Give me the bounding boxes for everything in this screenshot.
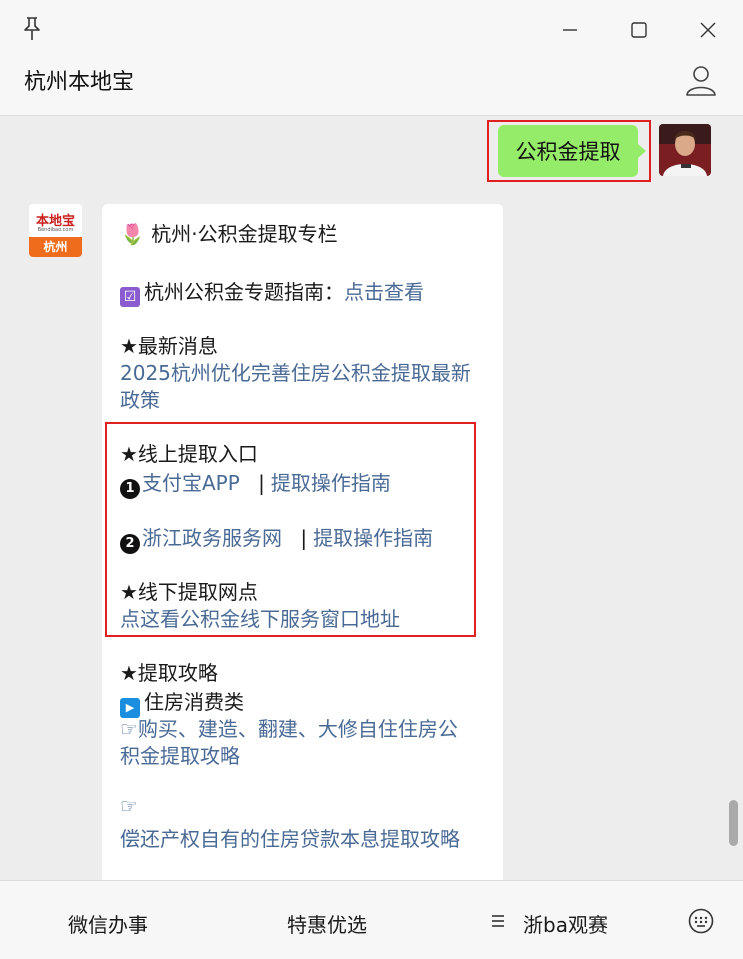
checkbox-icon: ☑ [120,287,140,307]
my-avatar[interactable] [659,124,711,176]
news-link-line1[interactable]: 2025杭州优化完善住房公积金提取最新 [120,357,471,386]
number-two-icon: 2 [120,534,140,554]
title-bar [0,0,743,60]
online-entry-2: 2 浙江政务服务网 | 提取操作指南 [120,522,433,554]
menu-special-offers[interactable]: 特惠优选 [287,909,367,938]
pointer-icon: ☞ [120,717,138,741]
guide-link[interactable]: 点击查看 [344,280,424,304]
scrollbar-thumb[interactable] [729,800,738,846]
menu-zheba-watch[interactable]: 浙ba观赛 [523,909,608,938]
outgoing-bubble-tail [638,144,646,158]
maximize-icon [631,22,647,38]
chat-title: 杭州本地宝 [24,70,135,95]
offline-heading: ★线下提取网点 [120,580,258,604]
strategy1-line1[interactable]: ☞购买、建造、翻建、大修自住住房公 [120,713,458,742]
zhejiang-guide-link[interactable]: 提取操作指南 [313,526,433,550]
online-heading: ★线上提取入口 [120,442,258,466]
card-title-text: 杭州·公积金提取专栏 [151,222,338,246]
tulip-icon: 🌷 [120,222,145,246]
minimize-button[interactable] [555,15,585,45]
user-icon[interactable] [684,63,718,97]
menu-wechat-services[interactable]: 微信办事 [68,909,148,938]
bendibao-avatar[interactable]: 本地宝 Bendibao.com 杭州 [29,204,82,257]
online-entry-1: 1 支付宝APP | 提取操作指南 [120,467,391,499]
strategy-heading: ★提取攻略 [120,661,218,685]
zhejiang-service-link[interactable]: 浙江政务服务网 [142,526,282,550]
separator: | [300,526,308,550]
chat-header: 杭州本地宝 [0,60,743,116]
player-photo [659,124,711,176]
housing-label: 住房消费类 [144,690,244,714]
strategy1-text1[interactable]: 购买、建造、翻建、大修自住住房公 [138,717,458,741]
bendibao-logo-city: 杭州 [29,237,82,257]
chat-area[interactable]: 公积金提取 本地宝 Bendibao.com 杭州 🌷 杭州·公积金提取专栏 ☑… [0,116,743,880]
pin-icon[interactable] [20,16,44,42]
keyboard-icon[interactable] [688,908,714,934]
strategy1-line2[interactable]: 积金提取攻略 [120,740,240,769]
card-title: 🌷 杭州·公积金提取专栏 [120,218,338,247]
bendibao-logo-url: Bendibao.com [37,227,74,233]
list-icon [492,915,504,927]
alipay-link[interactable]: 支付宝APP [142,471,240,495]
news-heading: ★最新消息 [120,334,218,358]
close-icon [700,22,716,38]
pointer-icon-2: ☞ [120,794,138,818]
guide-line: ☑ 杭州公积金专题指南：点击查看 [120,276,424,307]
alipay-guide-link[interactable]: 提取操作指南 [271,471,391,495]
strategy2-link[interactable]: 偿还产权自有的住房贷款本息提取攻略 [120,823,460,852]
offline-link[interactable]: 点这看公积金线下服务窗口地址 [120,603,400,632]
outgoing-message[interactable]: 公积金提取 [498,125,638,177]
close-button[interactable] [693,15,723,45]
minimize-icon [563,29,577,31]
maximize-button[interactable] [624,15,654,45]
separator: | [258,471,265,495]
news-link-line2[interactable]: 政策 [120,384,160,413]
guide-label: 杭州公积金专题指南： [144,280,344,304]
number-one-icon: 1 [120,479,140,499]
bottom-menu: 微信办事 特惠优选 浙ba观赛 [0,880,743,959]
